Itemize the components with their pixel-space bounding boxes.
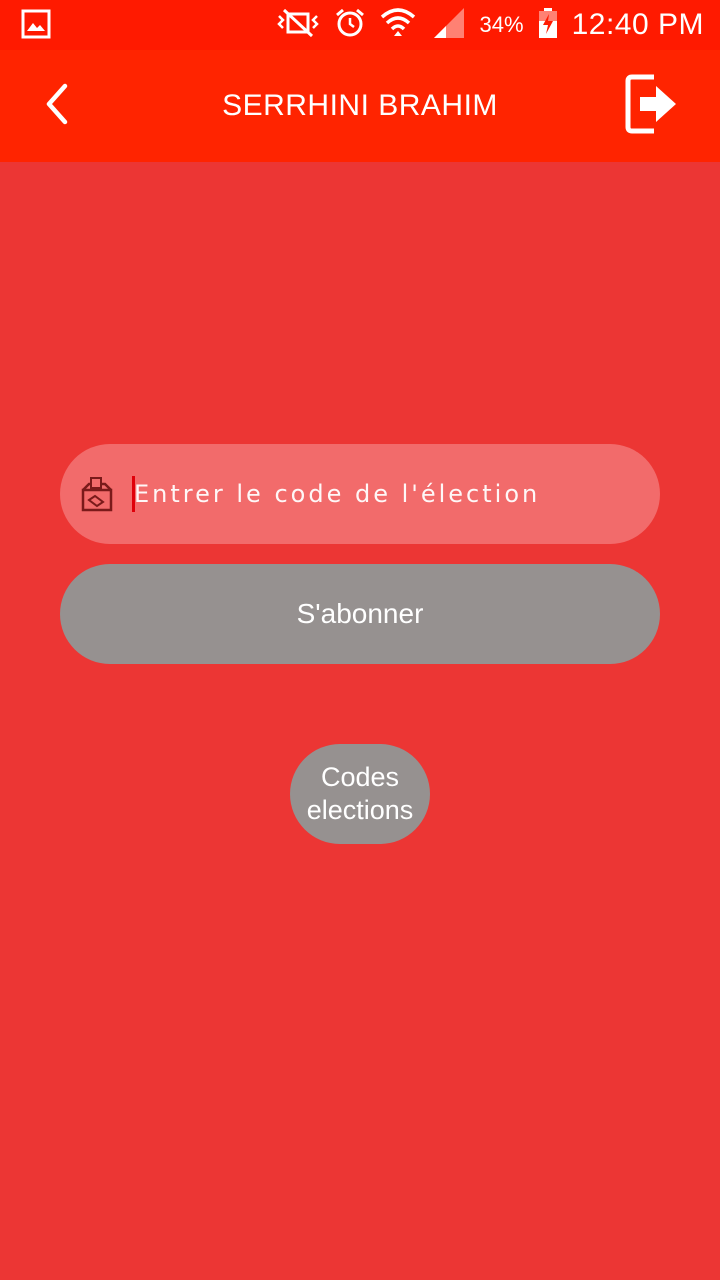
ballot-box-icon [80,476,114,512]
chevron-left-icon [41,82,71,131]
status-bar: 34% 12:40 PM [0,0,720,50]
gallery-icon [20,8,52,45]
election-code-input[interactable] [134,464,634,524]
back-button[interactable] [28,78,84,134]
signal-icon [430,6,466,45]
status-time: 12:40 PM [571,8,704,41]
page-title: SERRHINI BRAHIM [222,89,498,122]
election-code-field[interactable] [60,444,660,544]
app-bar: SERRHINI BRAHIM [0,50,720,162]
battery-charging-icon [538,7,558,44]
logout-button[interactable] [620,72,684,140]
wifi-icon [380,6,416,45]
alarm-icon [334,7,366,44]
battery-percent: 34% [479,12,524,37]
codes-elections-button[interactable]: Codes elections [290,744,430,844]
vibrate-mute-icon [276,8,320,43]
logout-icon [624,73,680,140]
subscribe-button[interactable]: S'abonner [60,564,660,664]
